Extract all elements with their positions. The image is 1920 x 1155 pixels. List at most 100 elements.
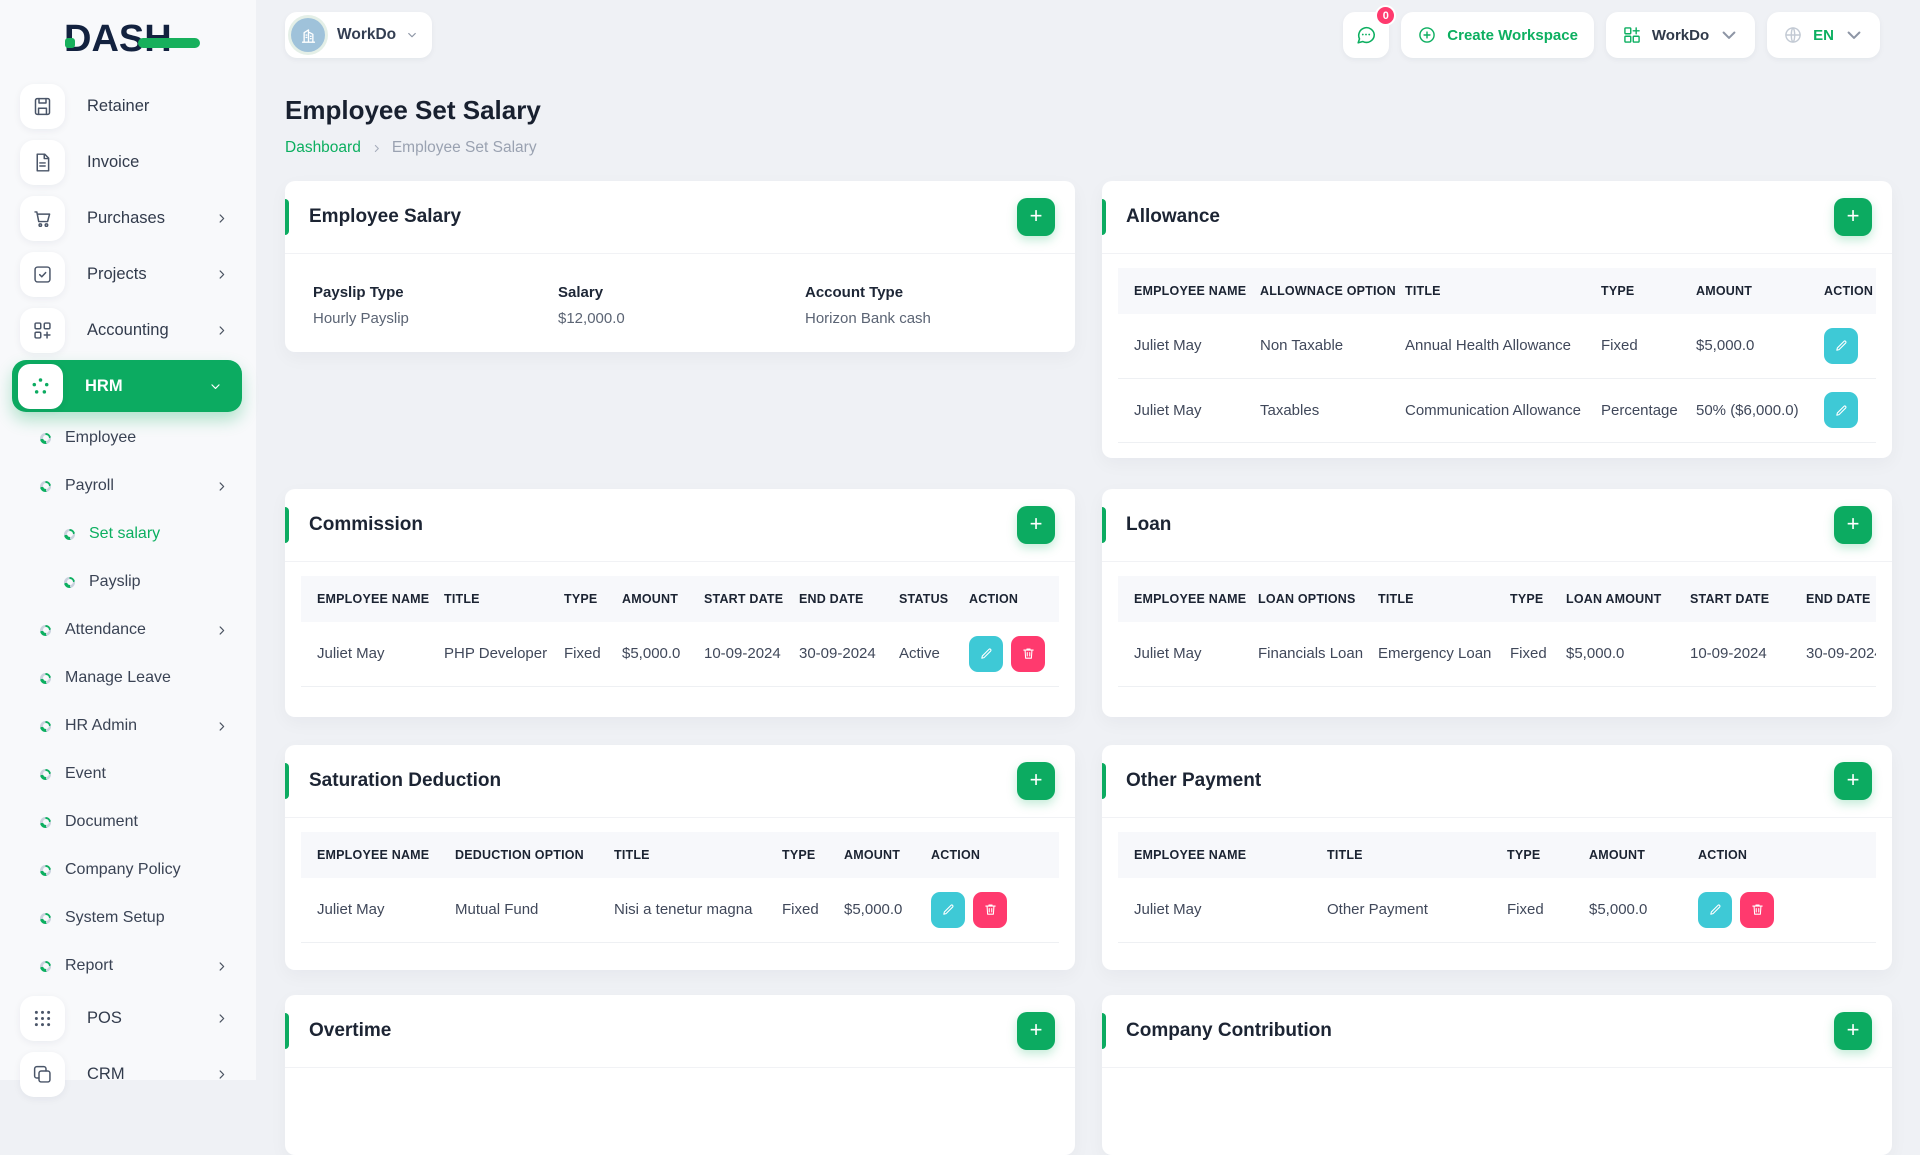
language-button[interactable]: EN	[1767, 12, 1880, 58]
edit-button[interactable]	[931, 891, 965, 928]
employee-salary-card: Employee Salary + Payslip Type Hourly Pay…	[285, 181, 1075, 352]
sidebar-item-hr-admin[interactable]: HR Admin	[0, 702, 256, 750]
column-header: ACTION	[915, 832, 1059, 878]
bullet-icon	[40, 480, 51, 492]
table-cell: 30-09-2024	[1790, 622, 1876, 687]
sidebar-item-label: Employee	[65, 429, 137, 446]
sidebar-nav: Retainer Invoice Purchases Projects Accounti…	[0, 78, 256, 1102]
table-cell: Juliet May	[1118, 378, 1244, 443]
table-cell: Taxables	[1244, 378, 1389, 443]
column-header: AMOUNT	[1573, 832, 1682, 878]
plus-icon: +	[1846, 511, 1860, 536]
loan-card: Loan + EMPLOYEE NAME LOAN OPTIONS TITLE TYP…	[1102, 489, 1892, 717]
table-cell: $5,000.0	[606, 622, 688, 687]
plus-icon: +	[1029, 1017, 1043, 1042]
delete-button[interactable]	[973, 891, 1007, 928]
sidebar-item-employee[interactable]: Employee	[0, 414, 256, 462]
company-contribution-card: Company Contribution +	[1102, 995, 1892, 1155]
table-cell: Nisi a tenetur magna	[598, 878, 766, 943]
create-workspace-button[interactable]: Create Workspace	[1401, 12, 1594, 58]
sidebar-item-system-setup[interactable]: System Setup	[0, 894, 256, 942]
workdo-menu-button[interactable]: WorkDo	[1605, 12, 1756, 58]
edit-button[interactable]	[1698, 891, 1732, 928]
delete-button[interactable]	[1011, 635, 1045, 672]
table-cell: Juliet May	[1118, 878, 1311, 943]
sidebar-item-label: Manage Leave	[65, 669, 171, 686]
sidebar-item-invoice[interactable]: Invoice	[0, 134, 256, 190]
sidebar-item-label: Purchases	[87, 208, 165, 227]
sidebar-item-purchases[interactable]: Purchases	[0, 190, 256, 246]
sidebar-item-report[interactable]: Report	[0, 942, 256, 990]
card-header: Commission +	[285, 489, 1075, 562]
table-cell: 10-09-2024	[1674, 622, 1790, 687]
edit-button[interactable]	[1824, 327, 1858, 364]
chevron-right-icon	[215, 212, 228, 225]
sidebar-item-payroll[interactable]: Payroll	[0, 462, 256, 510]
workspace-switcher[interactable]: WorkDo	[285, 12, 433, 58]
add-company-contribution-button[interactable]: +	[1834, 1012, 1872, 1050]
table-row: Juliet May Taxables Communication Allowanc…	[1118, 378, 1876, 443]
table-cell: Fixed	[548, 622, 606, 687]
pencil-icon	[979, 646, 994, 661]
logo-dash-accent	[138, 38, 200, 48]
card-title: Commission	[309, 514, 424, 535]
column-header: START DATE	[1674, 576, 1790, 622]
icon-tile	[20, 307, 65, 353]
card-title: Other Payment	[1126, 770, 1262, 791]
column-header: TITLE	[1362, 576, 1494, 622]
sidebar-item-document[interactable]: Document	[0, 798, 256, 846]
commission-table: EMPLOYEE NAME TITLE TYPE AMOUNT START DATE EN…	[301, 576, 1059, 687]
chevron-right-icon	[215, 1068, 228, 1081]
trash-icon	[1750, 902, 1765, 917]
table-cell: 50% ($6,000.0)	[1680, 378, 1808, 443]
add-allowance-button[interactable]: +	[1834, 198, 1872, 236]
add-loan-button[interactable]: +	[1834, 506, 1872, 544]
sidebar-item-attendance[interactable]: Attendance	[0, 606, 256, 654]
chevron-down-icon	[1719, 25, 1739, 45]
sidebar-item-hrm[interactable]: HRM	[0, 358, 256, 414]
add-employee-salary-button[interactable]: +	[1017, 198, 1055, 236]
column-header: TYPE	[1491, 832, 1573, 878]
card-header: Allowance +	[1102, 181, 1892, 254]
pencil-icon	[1834, 338, 1849, 353]
icon-tile	[20, 995, 65, 1041]
table-cell: 10-09-2024	[688, 622, 783, 687]
sidebar-item-event[interactable]: Event	[0, 750, 256, 798]
add-other-payment-button[interactable]: +	[1834, 762, 1872, 800]
add-commission-button[interactable]: +	[1017, 506, 1055, 544]
breadcrumb-dashboard-link[interactable]: Dashboard	[285, 139, 361, 157]
delete-button[interactable]	[1740, 891, 1774, 928]
other-payment-card: Other Payment + EMPLOYEE NAME TITLE TYPE AM…	[1102, 745, 1892, 970]
chevron-right-icon	[215, 960, 228, 973]
sidebar-item-set-salary[interactable]: Set salary	[0, 510, 256, 558]
actions-cell	[915, 878, 1059, 943]
chevron-right-icon	[215, 324, 228, 337]
sidebar-item-crm[interactable]: CRM	[0, 1046, 256, 1102]
field-salary: Salary $12,000.0	[558, 284, 805, 327]
column-header: TYPE	[1585, 268, 1680, 314]
trash-icon	[1021, 646, 1036, 661]
actions-cell	[1682, 878, 1876, 943]
table-cell: Juliet May	[301, 878, 439, 943]
field-label: Payslip Type	[313, 284, 404, 301]
column-header: TYPE	[548, 576, 606, 622]
sidebar-item-pos[interactable]: POS	[0, 990, 256, 1046]
table-row: Juliet May Non Taxable Annual Health Allow…	[1118, 314, 1876, 379]
sidebar-item-retainer[interactable]: Retainer	[0, 78, 256, 134]
sidebar-item-accounting[interactable]: Accounting	[0, 302, 256, 358]
add-saturation-deduction-button[interactable]: +	[1017, 762, 1055, 800]
edit-button[interactable]	[969, 635, 1003, 672]
app-logo[interactable]: DASH	[64, 18, 200, 62]
table-cell: Emergency Loan	[1362, 622, 1494, 687]
messages-button[interactable]: 0	[1343, 5, 1397, 58]
sidebar-item-projects[interactable]: Projects	[0, 246, 256, 302]
sidebar-item-manage-leave[interactable]: Manage Leave	[0, 654, 256, 702]
sidebar-item-payslip[interactable]: Payslip	[0, 558, 256, 606]
add-overtime-button[interactable]: +	[1017, 1012, 1055, 1050]
column-header: AMOUNT	[606, 576, 688, 622]
edit-button[interactable]	[1824, 392, 1858, 428]
sidebar-item-label: Payslip	[89, 573, 141, 590]
sidebar-item-company-policy[interactable]: Company Policy	[0, 846, 256, 894]
overtime-card: Overtime +	[285, 995, 1075, 1155]
table-cell: Annual Health Allowance	[1389, 314, 1585, 379]
